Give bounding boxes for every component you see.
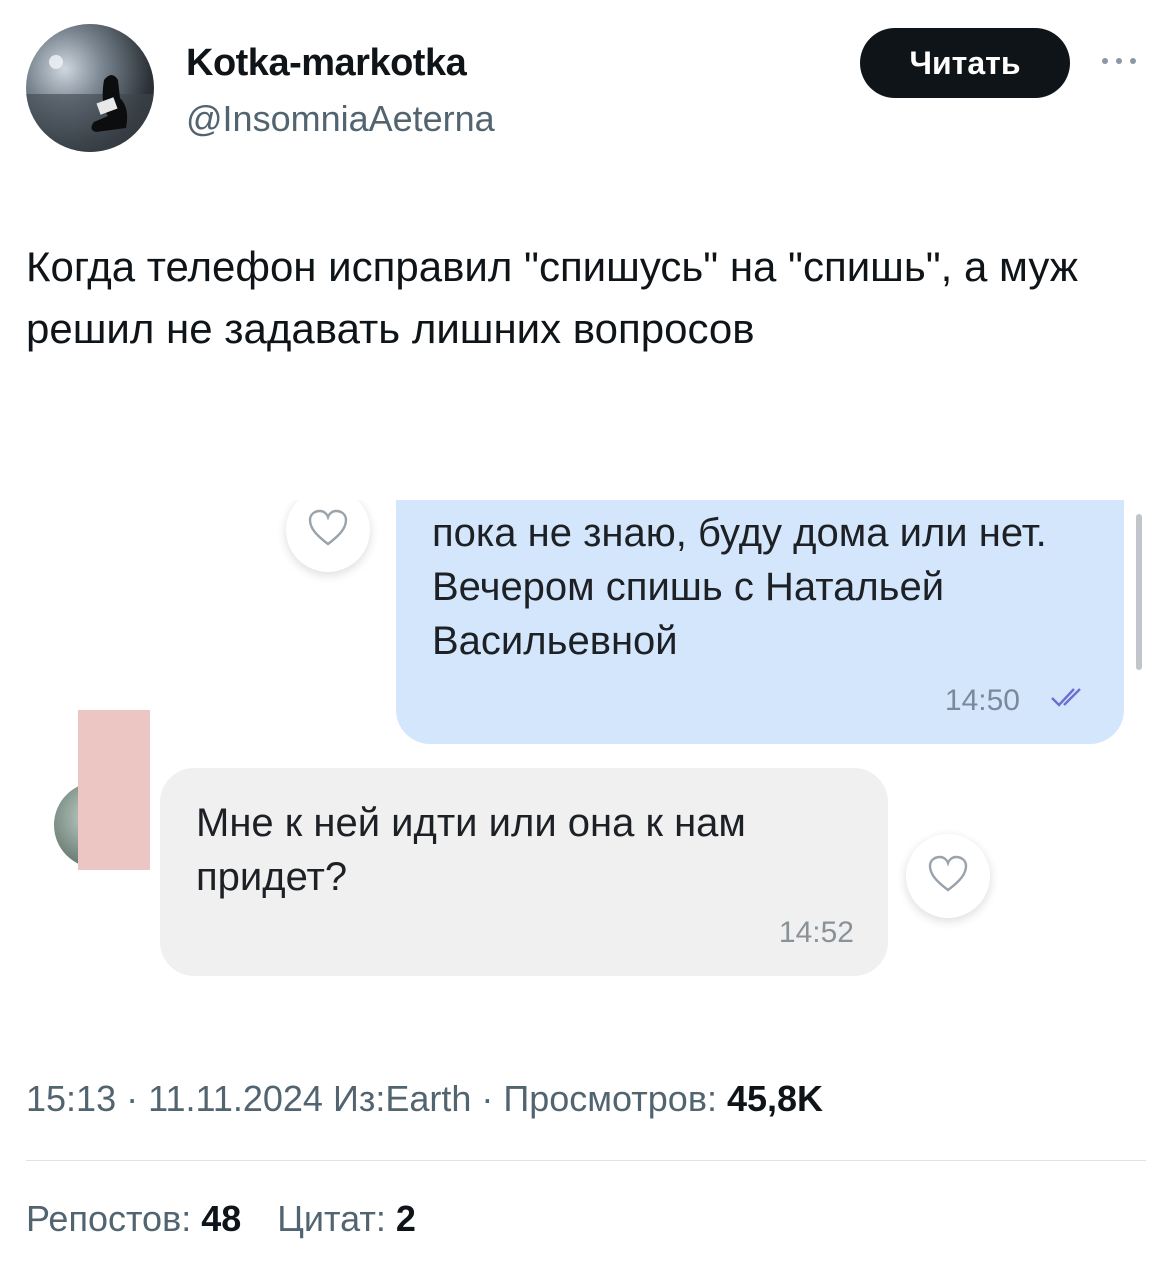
tweet-stats: Репостов: 48 Цитат: 2 [26, 1198, 442, 1240]
divider [26, 1160, 1146, 1161]
quotes-count: 2 [395, 1198, 416, 1239]
outgoing-message-text: пока не знаю, буду дома или нет. Вечером… [432, 511, 1047, 663]
scrollbar [1136, 514, 1142, 670]
views-count: 45,8K [726, 1078, 824, 1119]
reposts-stat[interactable]: Репостов: 48 [26, 1198, 251, 1239]
more-dots-icon[interactable] [1096, 46, 1142, 76]
tweet-date[interactable]: 11.11.2024 [148, 1078, 323, 1119]
author-name[interactable]: Kotka-markotka [186, 42, 467, 85]
tweet-source: Из:Earth [332, 1078, 472, 1119]
tweet-text: Когда телефон исправил "спишусь" на "спи… [26, 243, 1078, 352]
outgoing-message-bubble: пока не знаю, буду дома или нет. Вечером… [396, 500, 1124, 744]
author-avatar[interactable] [26, 24, 154, 152]
reaction-heart-button [906, 834, 990, 918]
redaction-block [78, 710, 150, 870]
follow-button[interactable]: Читать [860, 28, 1070, 98]
quotes-label: Цитат: [277, 1198, 386, 1239]
incoming-message-text: Мне к ней идти или она к нам придет? [196, 801, 746, 899]
tweet-time[interactable]: 15:13 [26, 1078, 116, 1119]
views-label: Просмотров: [503, 1078, 717, 1119]
tweet-media-screenshot[interactable]: пока не знаю, буду дома или нет. Вечером… [26, 500, 1148, 1020]
outgoing-message-time: 14:50 [944, 684, 1020, 717]
reposts-count: 48 [201, 1198, 242, 1239]
tweet-meta: 15:13 · 11.11.2024 Из:Earth · Просмотров… [26, 1078, 824, 1119]
incoming-message-bubble: Мне к ней идти или она к нам придет? 14:… [160, 768, 888, 976]
reposts-label: Репостов: [26, 1198, 192, 1239]
incoming-message-time: 14:52 [778, 916, 854, 949]
reaction-heart-button [286, 500, 370, 572]
quotes-stat[interactable]: Цитат: 2 [277, 1198, 416, 1239]
double-check-icon [1050, 686, 1090, 710]
heart-icon [306, 508, 350, 553]
author-handle[interactable]: @InsomniaAeterna [186, 98, 495, 140]
heart-icon [926, 854, 970, 899]
